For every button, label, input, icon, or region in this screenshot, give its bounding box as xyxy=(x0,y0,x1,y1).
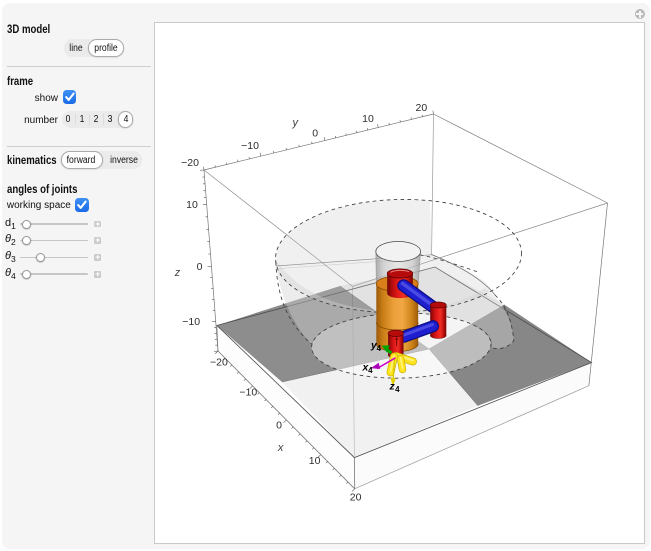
svg-text:x: x xyxy=(277,442,284,454)
svg-text:10: 10 xyxy=(186,199,198,211)
svg-text:−10: −10 xyxy=(239,387,257,399)
svg-text:0: 0 xyxy=(197,261,203,273)
svg-text:20: 20 xyxy=(416,102,428,114)
svg-text:20: 20 xyxy=(350,491,362,503)
svg-text:−20: −20 xyxy=(181,157,199,169)
svg-text:4: 4 xyxy=(377,344,382,353)
svg-text:0: 0 xyxy=(276,420,282,432)
svg-text:−10: −10 xyxy=(241,140,259,152)
svg-text:−20: −20 xyxy=(210,357,228,369)
svg-text:z: z xyxy=(174,267,181,279)
svg-text:10: 10 xyxy=(309,455,321,467)
svg-text:4: 4 xyxy=(395,385,400,394)
svg-text:4: 4 xyxy=(368,366,373,375)
svg-text:−10: −10 xyxy=(182,316,200,328)
svg-text:0: 0 xyxy=(312,127,318,139)
svg-text:y: y xyxy=(291,117,299,129)
svg-text:10: 10 xyxy=(362,113,374,125)
